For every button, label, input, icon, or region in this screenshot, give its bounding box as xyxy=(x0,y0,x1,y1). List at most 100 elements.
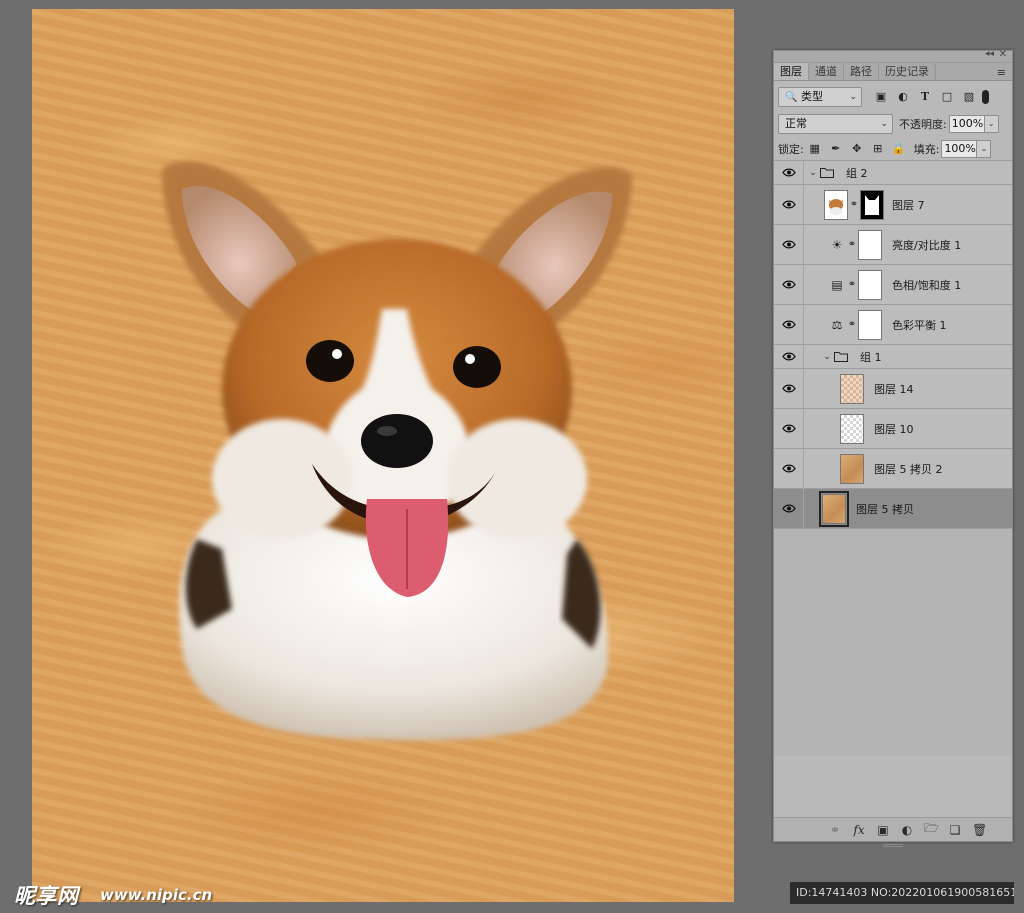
fill-dropdown[interactable]: ⌄ xyxy=(977,139,992,158)
link-icon[interactable]: ⚭ xyxy=(846,319,858,330)
layer-filter-row: 🔍 类型 ⌄ ▣ ◐ T □ ▧ xyxy=(774,83,1012,111)
filter-toggle-icon[interactable] xyxy=(982,90,989,104)
document-canvas[interactable] xyxy=(32,9,734,902)
fill-input[interactable]: 100% xyxy=(941,139,978,158)
layer-name: 色相/饱和度 1 xyxy=(892,278,962,292)
link-icon[interactable]: ⚭ xyxy=(846,279,858,290)
adjustment-layer-icon[interactable]: ◐ xyxy=(900,823,914,837)
layer-row-layer-10[interactable]: 图层 10 xyxy=(774,409,1012,449)
watermark-logo: 昵享网 xyxy=(14,884,79,908)
balance-scale-icon: ⚖ xyxy=(831,317,843,332)
watermark-url: www.nipic.cn xyxy=(100,886,213,904)
lock-transparent-icon[interactable]: ▦ xyxy=(808,142,822,156)
layer-name: 色彩平衡 1 xyxy=(892,318,947,332)
lock-position-icon[interactable]: ✥ xyxy=(850,142,864,156)
opacity-label: 不透明度: xyxy=(899,118,947,131)
visibility-toggle[interactable] xyxy=(774,265,804,304)
lock-all-icon[interactable]: 🔒 xyxy=(892,142,906,156)
lock-artboard-icon[interactable]: ⊞ xyxy=(871,142,885,156)
layer-row-layer-5-copy-2[interactable]: 图层 5 拷贝 2 xyxy=(774,449,1012,489)
layer-thumbnail[interactable] xyxy=(840,413,864,444)
new-group-icon[interactable]: 🗁 xyxy=(924,819,939,840)
mask-shape-icon xyxy=(865,194,879,215)
add-mask-icon[interactable]: ▣ xyxy=(876,823,890,837)
visibility-toggle[interactable] xyxy=(774,161,804,184)
smart-object-filter-icon[interactable]: ▧ xyxy=(962,90,976,104)
image-filter-icon[interactable]: ▣ xyxy=(874,90,888,104)
layer-mask-thumbnail[interactable] xyxy=(858,229,882,260)
link-icon[interactable]: ⚭ xyxy=(846,239,858,250)
link-icon[interactable]: ⚭ xyxy=(848,199,860,210)
filter-kind-label: 类型 xyxy=(800,90,823,103)
corgi-photo xyxy=(162,161,632,740)
panel-title-bar[interactable]: ◂◂ ✕ xyxy=(774,49,1012,63)
layer-mask-thumbnail[interactable] xyxy=(860,189,884,220)
panel-resize-grip[interactable] xyxy=(883,844,903,847)
tab-layers[interactable]: 图层 xyxy=(774,63,809,80)
collapse-panel-icon[interactable]: ◂◂ xyxy=(985,49,994,59)
tab-history[interactable]: 历史记录 xyxy=(879,63,936,80)
opacity-input[interactable]: 100% xyxy=(948,115,985,133)
layer-row-hue-saturation[interactable]: ▤ ⚭ 色相/饱和度 1 xyxy=(774,265,1012,305)
chevron-down-icon[interactable]: ⌄ xyxy=(822,352,832,362)
layer-thumbnail[interactable] xyxy=(824,189,848,220)
folder-icon xyxy=(820,168,834,178)
layer-row-group-1[interactable]: ⌄ 组 1 xyxy=(774,345,1012,369)
blend-mode-label: 正常 xyxy=(785,117,807,130)
layer-row-layer-5-copy[interactable]: 图层 5 拷贝 xyxy=(774,489,1012,529)
trash-icon[interactable]: 🗑 xyxy=(972,823,987,837)
visibility-toggle[interactable] xyxy=(774,489,804,528)
layer-row-color-balance[interactable]: ⚖ ⚭ 色彩平衡 1 xyxy=(774,305,1012,345)
lock-paint-icon[interactable]: ✒ xyxy=(829,142,843,156)
close-panel-icon[interactable]: ✕ xyxy=(999,49,1007,60)
visibility-toggle[interactable] xyxy=(774,185,804,224)
blend-row: 正常 ⌄ 不透明度: 100% ⌄ xyxy=(774,111,1012,137)
layer-name: 图层 5 拷贝 xyxy=(856,502,914,516)
layer-row-group-2[interactable]: ⌄ 组 2 xyxy=(774,161,1012,185)
eye-icon xyxy=(781,240,796,249)
layer-mask-thumbnail[interactable] xyxy=(858,309,882,340)
eye-icon xyxy=(781,384,796,393)
tab-paths[interactable]: 路径 xyxy=(844,63,879,80)
filter-kind-select[interactable]: 🔍 类型 ⌄ xyxy=(778,87,862,107)
layer-row-brightness-contrast[interactable]: ☀ ⚭ 亮度/对比度 1 xyxy=(774,225,1012,265)
layers-list: ⌄ 组 2 ⚭ 图层 7 ☀ ⚭ 亮度/对比度 1 ▤ ⚭ 色相/饱和度 1 ⚖… xyxy=(774,161,1012,756)
layer-thumbnail[interactable] xyxy=(840,453,864,484)
visibility-toggle[interactable] xyxy=(774,369,804,408)
layer-name: 图层 14 xyxy=(874,382,914,396)
visibility-toggle[interactable] xyxy=(774,345,804,368)
layer-mask-thumbnail[interactable] xyxy=(858,269,882,300)
visibility-toggle[interactable] xyxy=(774,305,804,344)
layer-thumbnail[interactable] xyxy=(819,490,849,527)
layers-panel: ◂◂ ✕ 图层 通道 路径 历史记录 ≡ 🔍 类型 ⌄ ▣ ◐ T □ ▧ 正常… xyxy=(773,49,1013,847)
chevron-down-icon[interactable]: ⌄ xyxy=(808,168,818,178)
lock-row: 锁定: ▦ ✒ ✥ ⊞ 🔒 填充: 100% ⌄ xyxy=(774,137,1012,161)
eye-icon xyxy=(781,464,796,473)
layer-name: 组 1 xyxy=(860,350,882,364)
layer-name: 图层 7 xyxy=(892,198,925,212)
visibility-toggle[interactable] xyxy=(774,225,804,264)
layer-row-layer-7[interactable]: ⚭ 图层 7 xyxy=(774,185,1012,225)
panel-menu-icon[interactable]: ≡ xyxy=(997,66,1006,79)
layer-row-layer-14[interactable]: 图层 14 xyxy=(774,369,1012,409)
type-filter-icon[interactable]: T xyxy=(918,90,932,104)
visibility-toggle[interactable] xyxy=(774,449,804,488)
link-layers-icon[interactable]: ⚭ xyxy=(828,823,842,837)
shape-filter-icon[interactable]: □ xyxy=(940,90,954,104)
visibility-toggle[interactable] xyxy=(774,409,804,448)
blend-mode-select[interactable]: 正常 ⌄ xyxy=(778,114,893,134)
adjustment-filter-icon[interactable]: ◐ xyxy=(896,90,910,104)
filter-icons: ▣ ◐ T □ ▧ xyxy=(874,90,976,104)
fx-icon[interactable]: fx xyxy=(852,823,866,837)
opacity-dropdown[interactable]: ⌄ xyxy=(984,115,999,133)
layer-thumbnail[interactable] xyxy=(840,373,864,404)
eye-icon xyxy=(781,200,796,209)
eye-icon xyxy=(781,320,796,329)
dog-thumbnail-icon xyxy=(829,198,843,215)
eye-icon xyxy=(781,168,796,177)
chevron-down-icon: ⌄ xyxy=(880,119,888,129)
image-id-bar: ID:14741403 NO:20220106190058165100 xyxy=(790,882,1014,904)
tab-channels[interactable]: 通道 xyxy=(809,63,844,80)
fill-label: 填充: xyxy=(913,142,940,156)
new-layer-icon[interactable]: ❏ xyxy=(948,823,962,837)
